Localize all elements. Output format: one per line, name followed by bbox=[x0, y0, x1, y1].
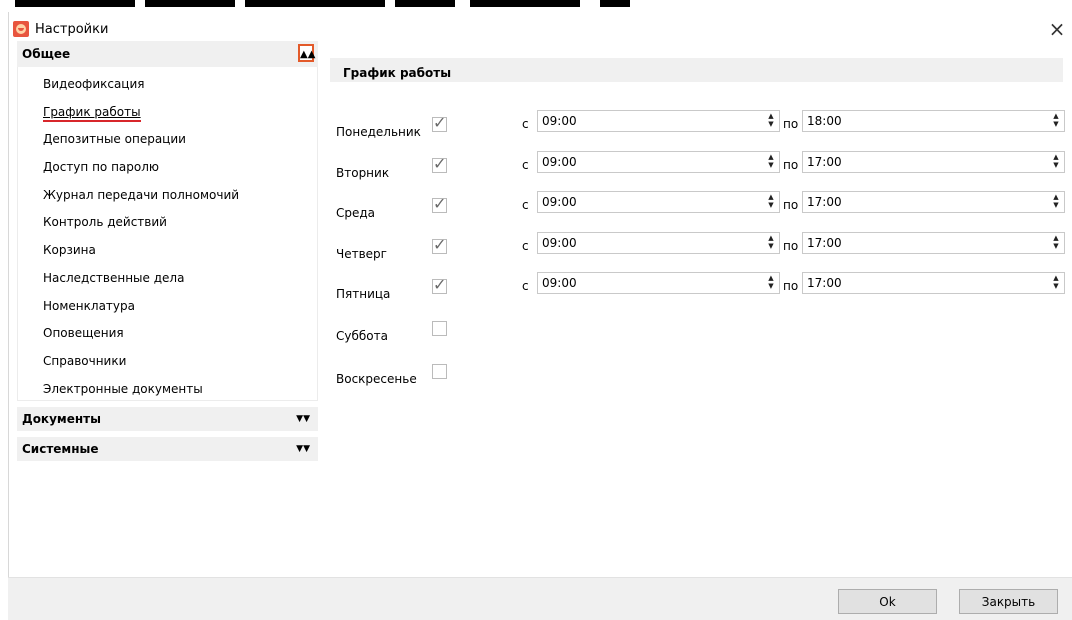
spinner-arrows-icon[interactable]: ▲ ▼ bbox=[766, 234, 776, 252]
day-checkbox[interactable] bbox=[432, 194, 447, 213]
to-label: по bbox=[783, 279, 799, 293]
cropped-top-strip bbox=[0, 0, 1072, 9]
schedule-row: Воскресенье bbox=[332, 364, 1065, 390]
nav-group-label: Документы bbox=[22, 412, 101, 426]
from-label: с bbox=[522, 117, 529, 131]
schedule-row: Четверг с ▲▼ по ▲▼ bbox=[332, 232, 1065, 265]
to-label: по bbox=[783, 198, 799, 212]
day-label: Четверг bbox=[336, 247, 387, 261]
time-to-spinbox[interactable]: ▲▼ bbox=[802, 272, 1065, 294]
settings-nav: Общее ▲▲ Видеофиксация График работы Деп… bbox=[17, 41, 318, 461]
window-title: Настройки bbox=[35, 22, 109, 37]
nav-item-inheritance[interactable]: Наследственные дела bbox=[18, 265, 317, 293]
day-checkbox[interactable] bbox=[432, 154, 447, 173]
day-label: Пятница bbox=[336, 287, 391, 301]
ok-button[interactable]: Ok bbox=[838, 589, 937, 614]
time-from-input[interactable] bbox=[538, 152, 759, 172]
schedule-row: Среда с ▲▼ по ▲▼ bbox=[332, 191, 1065, 224]
time-from-spinbox[interactable]: ▲▼ bbox=[537, 151, 780, 173]
day-label: Суббота bbox=[336, 329, 388, 343]
nav-group-label: Общее bbox=[22, 47, 71, 61]
day-checkbox[interactable] bbox=[432, 113, 447, 132]
spinner-arrows-icon[interactable]: ▲ ▼ bbox=[766, 274, 776, 292]
nav-item-trash[interactable]: Корзина bbox=[18, 237, 317, 265]
time-from-input[interactable] bbox=[538, 233, 759, 253]
spinner-arrows-icon[interactable]: ▲ ▼ bbox=[1051, 112, 1061, 130]
nav-group-documents[interactable]: Документы ▼▼ bbox=[17, 407, 318, 431]
schedule-row: Вторник с ▲▼ по ▲▼ bbox=[332, 151, 1065, 184]
nav-item-authority-log[interactable]: Журнал передачи полномочий bbox=[18, 182, 317, 210]
time-from-spinbox[interactable]: ▲▼ bbox=[537, 191, 780, 213]
spinner-arrows-icon[interactable]: ▲ ▼ bbox=[1051, 274, 1061, 292]
schedule-panel: График работы bbox=[330, 58, 1063, 82]
nav-group-general[interactable]: Общее ▲▲ bbox=[17, 41, 318, 67]
app-logo-icon bbox=[13, 21, 29, 37]
to-label: по bbox=[783, 158, 799, 172]
time-from-spinbox[interactable]: ▲▼ bbox=[537, 272, 780, 294]
from-label: с bbox=[522, 239, 529, 253]
nav-item-password[interactable]: Доступ по паролю bbox=[18, 154, 317, 182]
to-label: по bbox=[783, 239, 799, 253]
close-button[interactable]: Закрыть bbox=[959, 589, 1058, 614]
from-label: с bbox=[522, 158, 529, 172]
day-checkbox[interactable] bbox=[432, 321, 447, 336]
time-to-spinbox[interactable]: ▲▼ bbox=[802, 232, 1065, 254]
nav-item-schedule[interactable]: График работы bbox=[18, 99, 317, 127]
day-label: Вторник bbox=[336, 166, 390, 180]
day-label: Понедельник bbox=[336, 125, 421, 139]
schedule-row: Суббота bbox=[332, 321, 1065, 347]
nav-item-nomenclature[interactable]: Номенклатура bbox=[18, 293, 317, 321]
nav-group-label: Системные bbox=[22, 442, 99, 456]
close-icon[interactable]: × bbox=[1041, 15, 1072, 43]
time-to-input[interactable] bbox=[803, 233, 1042, 253]
time-from-spinbox[interactable]: ▲▼ bbox=[537, 232, 780, 254]
day-checkbox[interactable] bbox=[432, 275, 447, 294]
double-chevron-up-icon[interactable]: ▲▲ bbox=[298, 44, 315, 62]
from-label: с bbox=[522, 279, 529, 293]
nav-item-action-control[interactable]: Контроль действий bbox=[18, 209, 317, 237]
time-from-input[interactable] bbox=[538, 111, 759, 131]
double-chevron-down-icon[interactable]: ▼▼ bbox=[296, 407, 310, 431]
from-label: с bbox=[522, 198, 529, 212]
dialog-footer: Ok Закрыть bbox=[8, 577, 1072, 620]
nav-item-references[interactable]: Справочники bbox=[18, 348, 317, 376]
schedule-row: Понедельник с ▲▼ по ▲▼ bbox=[332, 110, 1065, 143]
time-to-spinbox[interactable]: ▲▼ bbox=[802, 191, 1065, 213]
day-checkbox[interactable] bbox=[432, 235, 447, 254]
time-to-input[interactable] bbox=[803, 111, 1042, 131]
spinner-arrows-icon[interactable]: ▲ ▼ bbox=[766, 112, 776, 130]
time-to-input[interactable] bbox=[803, 192, 1042, 212]
schedule-row: Пятница с ▲▼ по ▲▼ bbox=[332, 272, 1065, 305]
nav-item-video[interactable]: Видеофиксация bbox=[18, 71, 317, 99]
day-checkbox[interactable] bbox=[432, 364, 447, 379]
spinner-arrows-icon[interactable]: ▲ ▼ bbox=[766, 193, 776, 211]
to-label: по bbox=[783, 117, 799, 131]
nav-group-system[interactable]: Системные ▼▼ bbox=[17, 437, 318, 461]
nav-item-notifications[interactable]: Оповещения bbox=[18, 320, 317, 348]
time-to-spinbox[interactable]: ▲▼ bbox=[802, 110, 1065, 132]
time-from-input[interactable] bbox=[538, 192, 759, 212]
spinner-arrows-icon[interactable]: ▲ ▼ bbox=[1051, 234, 1061, 252]
nav-group-general-items: Видеофиксация График работы Депозитные о… bbox=[17, 67, 318, 401]
spinner-arrows-icon[interactable]: ▲ ▼ bbox=[1051, 193, 1061, 211]
time-to-input[interactable] bbox=[803, 273, 1042, 293]
day-label: Воскресенье bbox=[336, 372, 417, 386]
time-to-spinbox[interactable]: ▲▼ bbox=[802, 151, 1065, 173]
time-to-input[interactable] bbox=[803, 152, 1042, 172]
time-from-spinbox[interactable]: ▲▼ bbox=[537, 110, 780, 132]
nav-item-deposit[interactable]: Депозитные операции bbox=[18, 126, 317, 154]
day-label: Среда bbox=[336, 206, 376, 220]
spinner-arrows-icon[interactable]: ▲ ▼ bbox=[766, 153, 776, 171]
time-from-input[interactable] bbox=[538, 273, 759, 293]
double-chevron-down-icon[interactable]: ▼▼ bbox=[296, 437, 310, 461]
nav-item-e-documents[interactable]: Электронные документы bbox=[18, 376, 317, 404]
panel-title: График работы bbox=[330, 58, 1063, 82]
spinner-arrows-icon[interactable]: ▲ ▼ bbox=[1051, 153, 1061, 171]
